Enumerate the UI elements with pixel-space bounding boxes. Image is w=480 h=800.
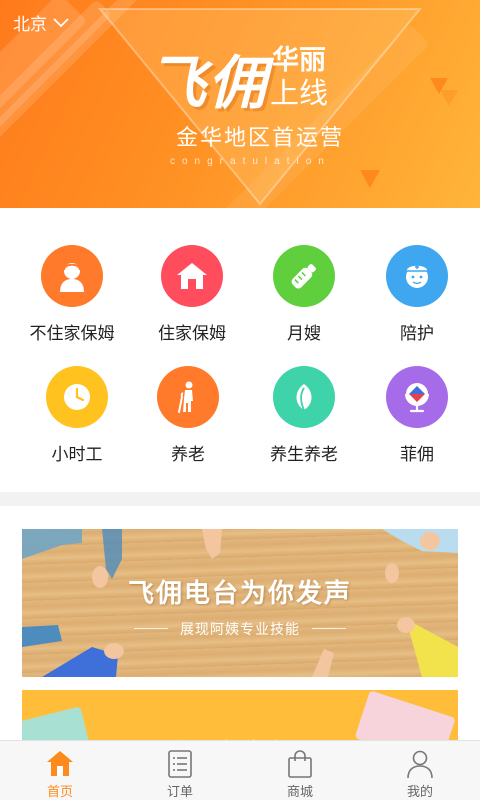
tab-label: 首页 bbox=[46, 784, 73, 799]
category-elderly-care[interactable]: 养老 bbox=[133, 366, 243, 465]
hero-title: 飞佣 bbox=[148, 51, 269, 116]
promo-banner-radio[interactable]: 飞佣电台为你发声 展现阿姨专业技能 bbox=[22, 529, 458, 677]
category-grid: 不住家保姆 住家保姆 月嫂 陪护 小时工 养老 养生养老 菲佣 bbox=[0, 208, 480, 492]
house-icon bbox=[161, 245, 223, 307]
leaf-icon bbox=[273, 366, 335, 428]
category-hourly-worker[interactable]: 小时工 bbox=[22, 366, 132, 465]
elderly-icon bbox=[157, 366, 219, 428]
tab-profile[interactable]: 我的 bbox=[360, 741, 480, 800]
hero-tag-line2: 上线 bbox=[270, 78, 329, 110]
category-label: 养老 bbox=[171, 445, 205, 464]
category-label: 菲佣 bbox=[400, 445, 434, 464]
decor-arrow bbox=[430, 78, 458, 106]
category-nanny[interactable]: 不住家保姆 bbox=[17, 245, 127, 344]
category-label: 陪护 bbox=[400, 324, 434, 343]
tab-label: 订单 bbox=[166, 784, 193, 799]
category-caregiver[interactable]: 陪护 bbox=[362, 245, 472, 344]
section-divider bbox=[0, 492, 480, 506]
shopping-bag-icon bbox=[288, 750, 312, 778]
tab-mall[interactable]: 商城 bbox=[240, 741, 360, 800]
decor-arrow bbox=[360, 170, 380, 188]
category-filipino-maid[interactable]: 菲佣 bbox=[362, 366, 472, 465]
nanny-icon bbox=[41, 245, 103, 307]
tab-orders[interactable]: 订单 bbox=[120, 741, 240, 800]
chevron-down-icon bbox=[53, 17, 69, 27]
clock-icon bbox=[46, 366, 108, 428]
city-label: 北京 bbox=[13, 15, 47, 34]
category-live-in-nanny[interactable]: 住家保姆 bbox=[137, 245, 247, 344]
tab-label: 我的 bbox=[406, 784, 433, 799]
hero-subtitle-en: congratulation bbox=[170, 156, 331, 167]
tab-label: 商城 bbox=[286, 784, 313, 799]
decor-line bbox=[312, 628, 346, 629]
order-list-icon bbox=[168, 750, 192, 778]
category-wellness-care[interactable]: 养生养老 bbox=[249, 366, 359, 465]
category-label: 养生养老 bbox=[270, 445, 338, 464]
tab-home[interactable]: 首页 bbox=[0, 741, 120, 800]
globe-icon bbox=[386, 366, 448, 428]
promo-title: 飞佣电台为你发声 bbox=[127, 578, 352, 608]
category-label: 月嫂 bbox=[287, 324, 321, 343]
hero-subtitle: 金华地区首运营 bbox=[175, 125, 344, 150]
category-label: 不住家保姆 bbox=[29, 324, 115, 343]
category-maternity-matron[interactable]: 月嫂 bbox=[249, 245, 359, 344]
category-label: 小时工 bbox=[51, 445, 103, 464]
nurse-icon bbox=[386, 245, 448, 307]
promo-subtitle: 展现阿姨专业技能 bbox=[180, 621, 300, 637]
category-label: 住家保姆 bbox=[158, 324, 226, 343]
profile-icon bbox=[407, 750, 433, 779]
city-selector[interactable]: 北京 bbox=[13, 10, 69, 35]
bottom-tab-bar: 首页 订单 商城 我的 bbox=[0, 740, 480, 800]
baby-bottle-icon bbox=[273, 245, 335, 307]
home-icon bbox=[47, 751, 73, 776]
hero-banner[interactable]: 北京 飞佣 华丽 上线 金华地区首运营 congratulation bbox=[0, 0, 480, 208]
